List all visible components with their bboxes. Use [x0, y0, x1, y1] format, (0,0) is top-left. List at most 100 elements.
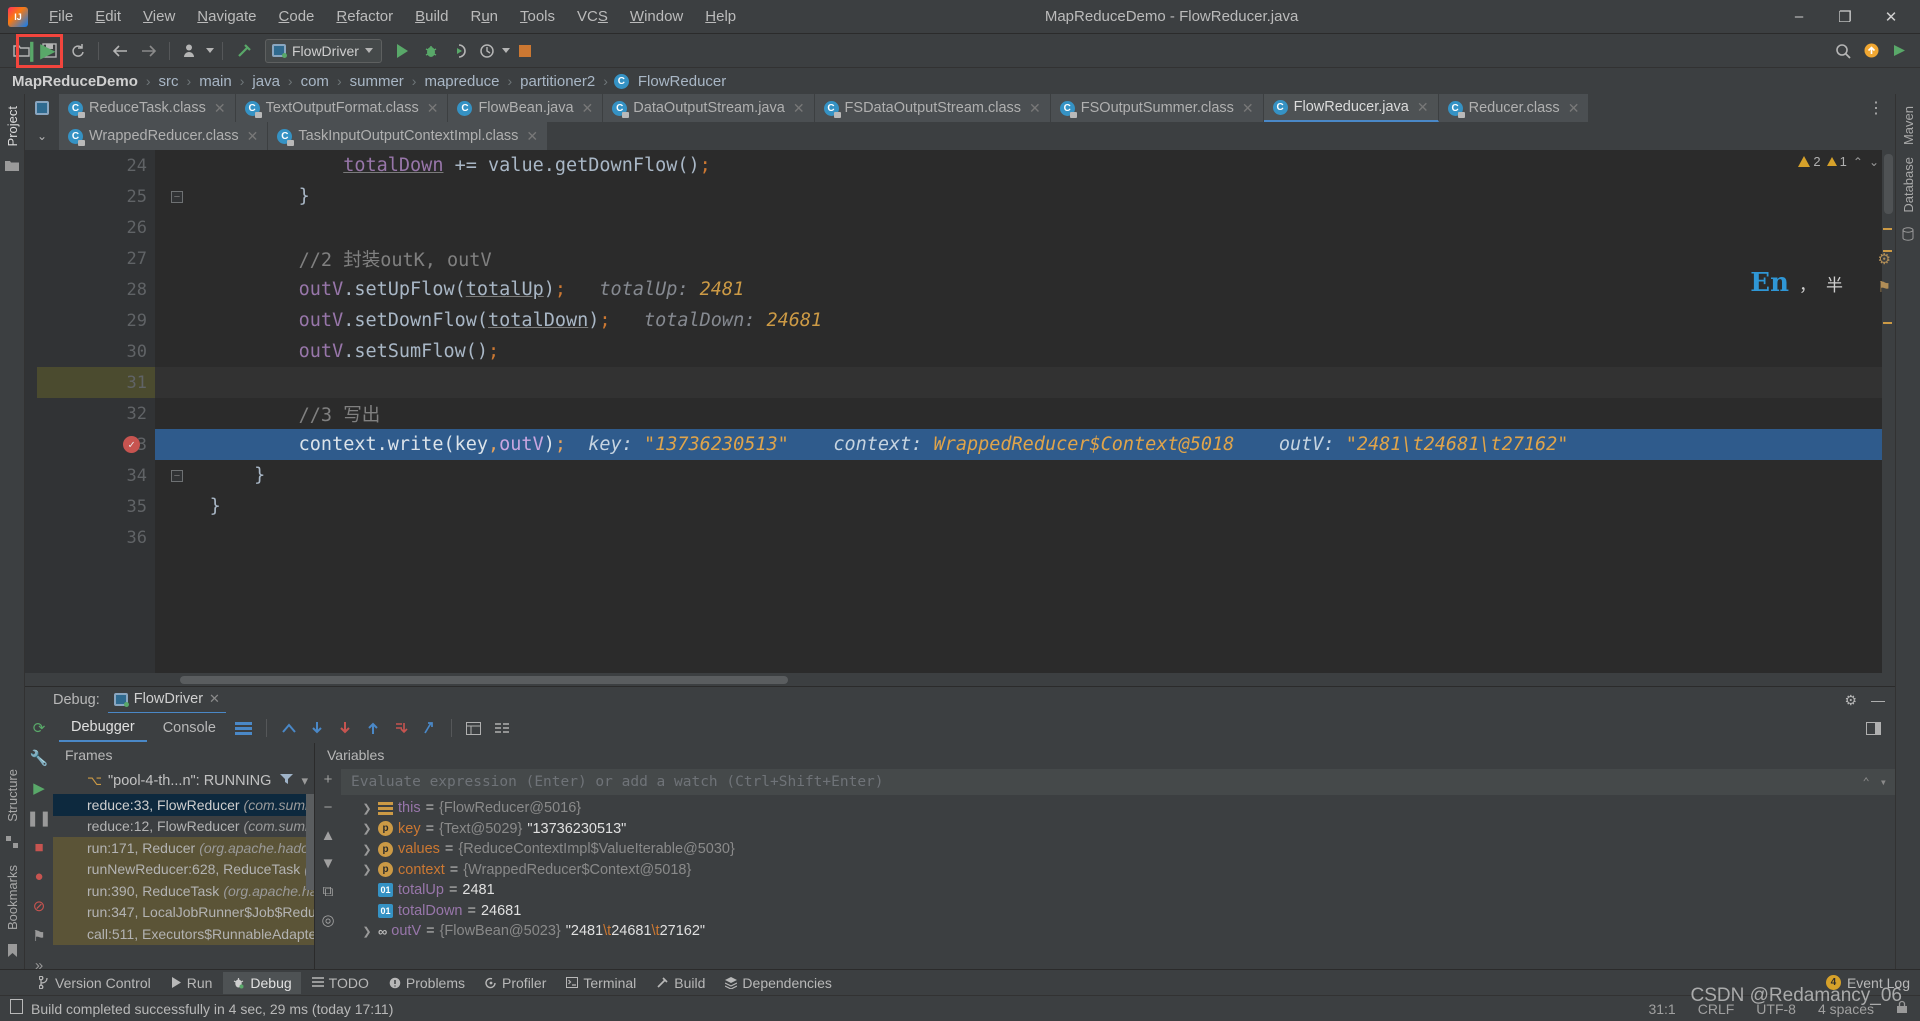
next-problem-icon[interactable]: ⌄ [1869, 155, 1879, 169]
tab-taskinputoutputcontextimpl-class[interactable]: C TaskInputOutputContextImpl.class ✕ [268, 122, 549, 150]
line-number[interactable]: 33 [37, 429, 155, 460]
step-into-icon[interactable] [333, 717, 357, 739]
close-icon[interactable]: ✕ [209, 691, 220, 707]
forward-icon[interactable] [135, 38, 161, 64]
frame-row[interactable]: call:511, Executors$RunnableAdapte [53, 923, 314, 945]
tool-button-project[interactable]: Project [5, 100, 20, 152]
code-line[interactable]: context .write(key, outV); key: "137362305… [155, 429, 1895, 460]
close-icon[interactable]: ✕ [793, 100, 805, 117]
breadcrumb-item-partitioner2[interactable]: partitioner2 [518, 73, 597, 90]
variable-row[interactable]: ❯ ∞ outV = {FlowBean@5023} "2481\t24681\t2… [341, 921, 1895, 942]
debug-session-tab[interactable]: FlowDriver ✕ [107, 687, 226, 714]
settings-list-icon[interactable] [490, 717, 514, 739]
chevron-down-icon[interactable] [364, 48, 373, 53]
stop-icon[interactable]: ■ [34, 839, 43, 856]
breadcrumb-item-main[interactable]: main [197, 73, 234, 90]
line-number[interactable]: 30 [37, 336, 155, 367]
settings-wrench-icon[interactable]: 🔧 [30, 749, 49, 767]
line-separator[interactable]: CRLF [1698, 1001, 1735, 1017]
copy-icon[interactable]: ⧉ [323, 883, 334, 900]
close-icon[interactable]: ✕ [427, 100, 439, 117]
breadcrumb-leaf-class[interactable]: FlowReducer [636, 73, 728, 90]
profiler-chevron-down-icon[interactable] [501, 48, 510, 53]
code-editor[interactable]: 2425–262728293031323334–3536 totalDown +… [25, 150, 1895, 673]
code-line[interactable]: outV .setUpFlow(totalUp); totalUp: 2481 [155, 274, 1895, 305]
drop-frame-icon[interactable] [389, 717, 413, 739]
run-to-cursor-icon[interactable] [417, 717, 441, 739]
variables-list[interactable]: ❯ this = {FlowReducer@5016} ❯ p key = {Text@… [341, 798, 1895, 969]
inspect-eye-icon[interactable]: ◎ [321, 911, 334, 929]
code-line[interactable]: totalDown += value .getDownFlow(); [155, 150, 1895, 181]
menu-code[interactable]: Code [268, 3, 326, 30]
tab-window-icon[interactable] [25, 94, 59, 122]
add-watch-icon[interactable]: + [324, 771, 333, 788]
toolwindow-problems[interactable]: Problems [380, 972, 474, 994]
debug-icon[interactable] [418, 38, 444, 64]
pin-icon[interactable]: ⚑ [32, 927, 45, 945]
tool-button-structure[interactable]: Structure [5, 763, 20, 828]
tab-console[interactable]: Console [151, 716, 228, 741]
tab-fsdataoutputstream-class[interactable]: C FSDataOutputStream.class ✕ [814, 94, 1051, 122]
tab-dataoutputstream-java[interactable]: C DataOutputStream.java ✕ [603, 94, 815, 122]
expand-arrow-icon[interactable]: ❯ [361, 802, 373, 815]
remove-watch-icon[interactable]: − [324, 799, 333, 816]
caret-position[interactable]: 31:1 [1648, 1001, 1675, 1017]
variable-row[interactable]: ❯ this = {FlowReducer@5016} [341, 798, 1895, 819]
line-number[interactable]: 29 [37, 305, 155, 336]
toolwindow-profiler[interactable]: Profiler [476, 972, 555, 994]
line-number[interactable]: 28 [37, 274, 155, 305]
line-number[interactable]: 25– [37, 181, 183, 212]
search-everywhere-icon[interactable] [1830, 38, 1856, 64]
layout-icon[interactable] [232, 717, 256, 739]
line-number[interactable]: 26 [37, 212, 155, 243]
frame-row[interactable]: runNewReducer:628, ReduceTask (o [53, 858, 314, 880]
toolwindow-dependencies[interactable]: Dependencies [716, 972, 841, 994]
menu-view[interactable]: View [132, 3, 186, 30]
breadcrumb-item-summer[interactable]: summer [348, 73, 406, 90]
breadcrumb-root[interactable]: MapReduceDemo [10, 73, 140, 90]
run-configuration-selector[interactable]: FlowDriver [265, 38, 382, 63]
code-line[interactable]: outV .setDownFlow(totalDown); totalDown: … [155, 305, 1895, 336]
stop-icon[interactable] [512, 38, 538, 64]
toolwindow-debug[interactable]: Debug [223, 971, 301, 994]
line-number[interactable]: 35 [37, 491, 155, 522]
line-number[interactable]: 27 [37, 243, 155, 274]
indent-setting[interactable]: 4 spaces [1818, 1001, 1874, 1017]
hscrollbar-thumb[interactable] [180, 676, 788, 684]
event-log-button[interactable]: 4 Event Log [1825, 975, 1910, 991]
step-over-icon[interactable] [305, 717, 329, 739]
gear-icon[interactable]: ⚙ [1844, 692, 1857, 709]
frame-row[interactable]: reduce:33, FlowReducer (com.summ [53, 794, 314, 816]
file-encoding[interactable]: UTF-8 [1756, 1001, 1796, 1017]
minimize-icon[interactable]: — [1871, 692, 1885, 708]
line-number[interactable]: 34– [37, 460, 183, 491]
thread-selector[interactable]: ⌥ "pool-4-th...n": RUNNING ▾ [53, 767, 314, 794]
restore-layout-icon[interactable] [1861, 717, 1885, 739]
close-icon[interactable]: ✕ [214, 100, 226, 117]
frame-row[interactable]: run:347, LocalJobRunner$Job$Reduc [53, 901, 314, 923]
frame-row[interactable]: run:171, Reducer (org.apache.hadoo [53, 837, 314, 859]
show-execution-point-icon[interactable] [277, 717, 301, 739]
menu-file[interactable]: File [38, 3, 84, 30]
updates-icon[interactable] [1858, 38, 1884, 64]
close-icon[interactable]: ✕ [582, 100, 594, 117]
menu-window[interactable]: Window [619, 3, 694, 30]
close-icon[interactable]: ✕ [526, 128, 538, 145]
menu-refactor[interactable]: Refactor [325, 3, 404, 30]
menu-help[interactable]: Help [694, 3, 747, 30]
tab-expand-icon[interactable]: ⌄ [25, 122, 59, 150]
frame-row[interactable]: run:390, ReduceTask (org.apache.ha [53, 880, 314, 902]
editor-vertical-scrollbar[interactable] [1882, 150, 1895, 673]
breadcrumb-item-src[interactable]: src [157, 73, 181, 90]
line-number[interactable]: 36 [37, 522, 155, 553]
close-icon[interactable]: ✕ [1242, 100, 1254, 117]
code-line[interactable]: //3 写出 [155, 398, 1895, 429]
tool-button-database[interactable]: Database [1901, 151, 1916, 219]
variable-row[interactable]: ❯01totalUp = 2481 [341, 880, 1895, 901]
line-number[interactable]: 31 [37, 367, 155, 398]
code-line[interactable]: //2 封装outK, outV [155, 243, 1895, 274]
frames-list[interactable]: reduce:33, FlowReducer (com.summ reduce:1… [53, 794, 314, 969]
tool-button-bookmarks[interactable]: Bookmarks [5, 859, 20, 936]
breadcrumb-item-java[interactable]: java [250, 73, 282, 90]
maximize-button[interactable]: ❐ [1822, 1, 1868, 33]
